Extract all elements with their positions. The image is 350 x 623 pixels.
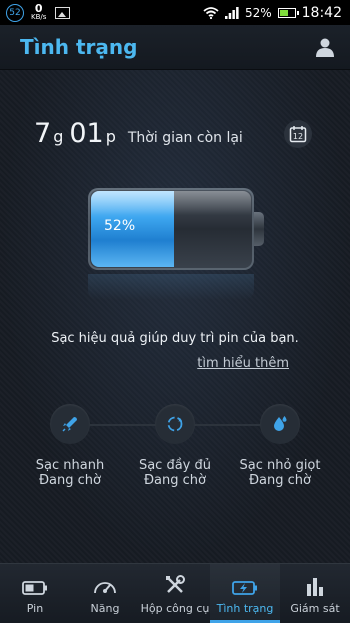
status-battery-icon <box>277 7 299 18</box>
charge-step-status: Đang chờ <box>143 473 206 488</box>
network-speed-unit: KB/s <box>31 12 47 21</box>
charge-step-title: Sạc đầy đủ <box>138 458 212 473</box>
status-battery-percent: 52% <box>244 5 272 20</box>
cycle-icon <box>167 416 183 432</box>
remaining-minutes: 01 <box>69 118 104 149</box>
charging-battery-icon <box>232 581 257 595</box>
battery-icon <box>22 581 47 595</box>
remaining-hours: 7 <box>34 118 52 149</box>
status-panel: 7 g 01 p Thời gian còn lại 12 52% Sạc hi… <box>0 70 350 563</box>
bottom-nav: Pin Năng Hộp công cụ Tình trạng Giám sát <box>0 563 350 623</box>
rocket-icon <box>62 417 77 432</box>
bar-chart-icon <box>307 578 323 596</box>
nav-label: Pin <box>26 602 44 615</box>
charge-steps: Sạc nhanh Đang chờ Sạc đầy đủ Đang chờ S… <box>0 404 350 504</box>
remaining-time: 7 g 01 p Thời gian còn lại <box>34 118 243 149</box>
nav-item-nang[interactable]: Năng <box>70 564 140 623</box>
battery-percent: 52% <box>104 218 136 234</box>
network-speed-value: 0 <box>34 1 43 15</box>
calendar-button[interactable]: 12 <box>284 120 312 148</box>
image-notification-icon <box>55 6 71 19</box>
status-time: 18:42 <box>301 4 342 21</box>
page-title: Tình trạng <box>20 35 138 59</box>
battery-body: 52% <box>88 188 254 270</box>
status-bar: 52 0 KB/s 52% 18:42 <box>0 0 350 25</box>
calendar-day: 12 <box>293 132 303 141</box>
battery-shine <box>91 191 251 215</box>
gauge-icon <box>94 582 116 594</box>
nav-label: Hộp công cụ <box>140 602 210 615</box>
charge-step-title: Sạc nhỏ giọt <box>239 458 321 473</box>
battery-reflection <box>88 274 254 300</box>
network-speed: 0 KB/s <box>31 1 47 22</box>
remaining-time-label: Thời gian còn lại <box>127 130 243 146</box>
nav-label: Giám sát <box>290 602 340 615</box>
charge-step-status: Đang chờ <box>248 473 311 488</box>
battery-terminal <box>254 212 264 246</box>
charge-step-status: Đang chờ <box>38 473 101 488</box>
calendar-icon: 12 <box>289 126 307 143</box>
nav-item-tools[interactable]: Hộp công cụ <box>140 564 210 623</box>
app-header: Tình trạng <box>0 25 350 70</box>
learn-more-link[interactable]: tìm hiểu thêm <box>197 356 289 371</box>
notification-badge: 52 <box>6 3 24 22</box>
tools-icon <box>166 575 185 593</box>
charge-step-title: Sạc nhanh <box>35 458 105 473</box>
signal-icon <box>224 6 239 19</box>
charge-step-trickle: Sạc nhỏ giọt Đang chờ <box>225 404 335 488</box>
nav-label: Năng <box>90 602 120 615</box>
charge-tip-message: Sạc hiệu quả giúp duy trì pin của bạn. <box>51 331 299 346</box>
charge-step-full: Sạc đầy đủ Đang chờ <box>120 404 230 488</box>
user-icon[interactable] <box>314 36 336 58</box>
nav-label: Tình trạng <box>216 602 274 615</box>
charge-step-fast: Sạc nhanh Đang chờ <box>15 404 125 488</box>
drop-icon <box>274 416 287 431</box>
nav-item-status[interactable]: Tình trạng <box>210 564 280 623</box>
remaining-hours-unit: g <box>53 127 64 146</box>
nav-item-monitor[interactable]: Giám sát <box>280 564 350 623</box>
battery-gauge: 52% <box>88 188 264 270</box>
remaining-minutes-unit: p <box>105 127 116 146</box>
nav-item-pin[interactable]: Pin <box>0 564 70 623</box>
wifi-icon <box>203 6 219 19</box>
